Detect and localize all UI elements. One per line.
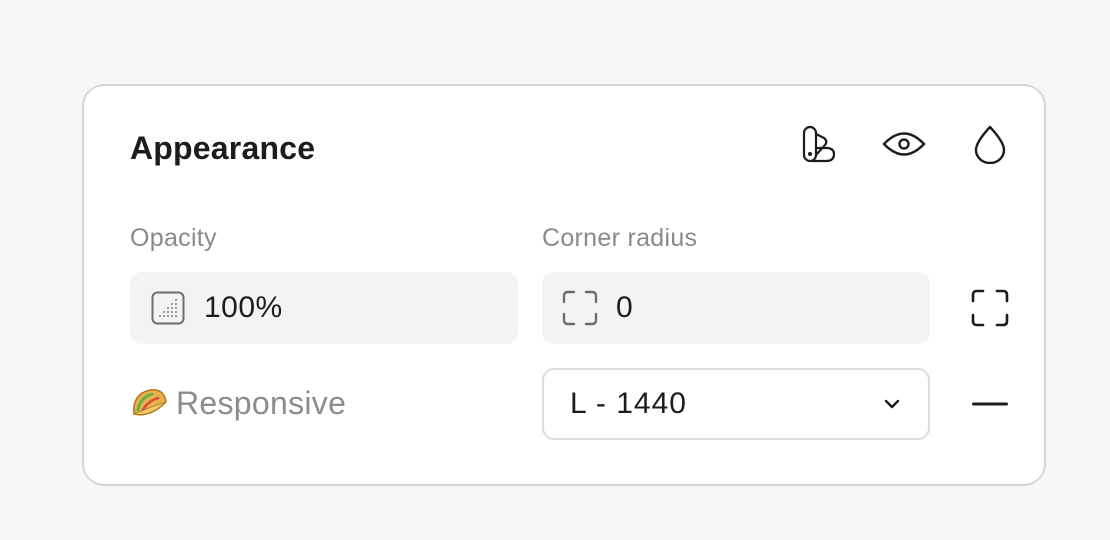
breakpoint-select[interactable]: L - 1440 — [542, 368, 930, 440]
opacity-icon — [150, 290, 186, 326]
appearance-panel: Appearance Opacity 100% Corner radius 0 … — [82, 84, 1046, 486]
remove-icon[interactable] — [968, 382, 1012, 426]
opacity-value[interactable]: 100% — [204, 291, 283, 325]
corner-radius-field[interactable]: 0 — [542, 272, 930, 344]
droplet-icon[interactable] — [968, 122, 1012, 166]
taco-icon — [130, 384, 168, 422]
breakpoint-value: L - 1440 — [570, 387, 687, 420]
panel-title: Appearance — [130, 130, 316, 166]
independent-corners-icon[interactable] — [968, 286, 1012, 330]
opacity-label: Opacity — [130, 224, 217, 252]
corner-radius-label: Corner radius — [542, 224, 698, 252]
responsive-row: Responsive — [130, 384, 346, 422]
responsive-label: Responsive — [176, 384, 347, 421]
style-swatch-icon[interactable] — [796, 122, 840, 166]
opacity-field[interactable]: 100% — [130, 272, 518, 344]
chevron-down-icon — [882, 394, 902, 414]
corner-radius-icon — [562, 290, 598, 326]
corner-radius-value[interactable]: 0 — [616, 291, 633, 325]
eye-icon[interactable] — [882, 122, 926, 166]
